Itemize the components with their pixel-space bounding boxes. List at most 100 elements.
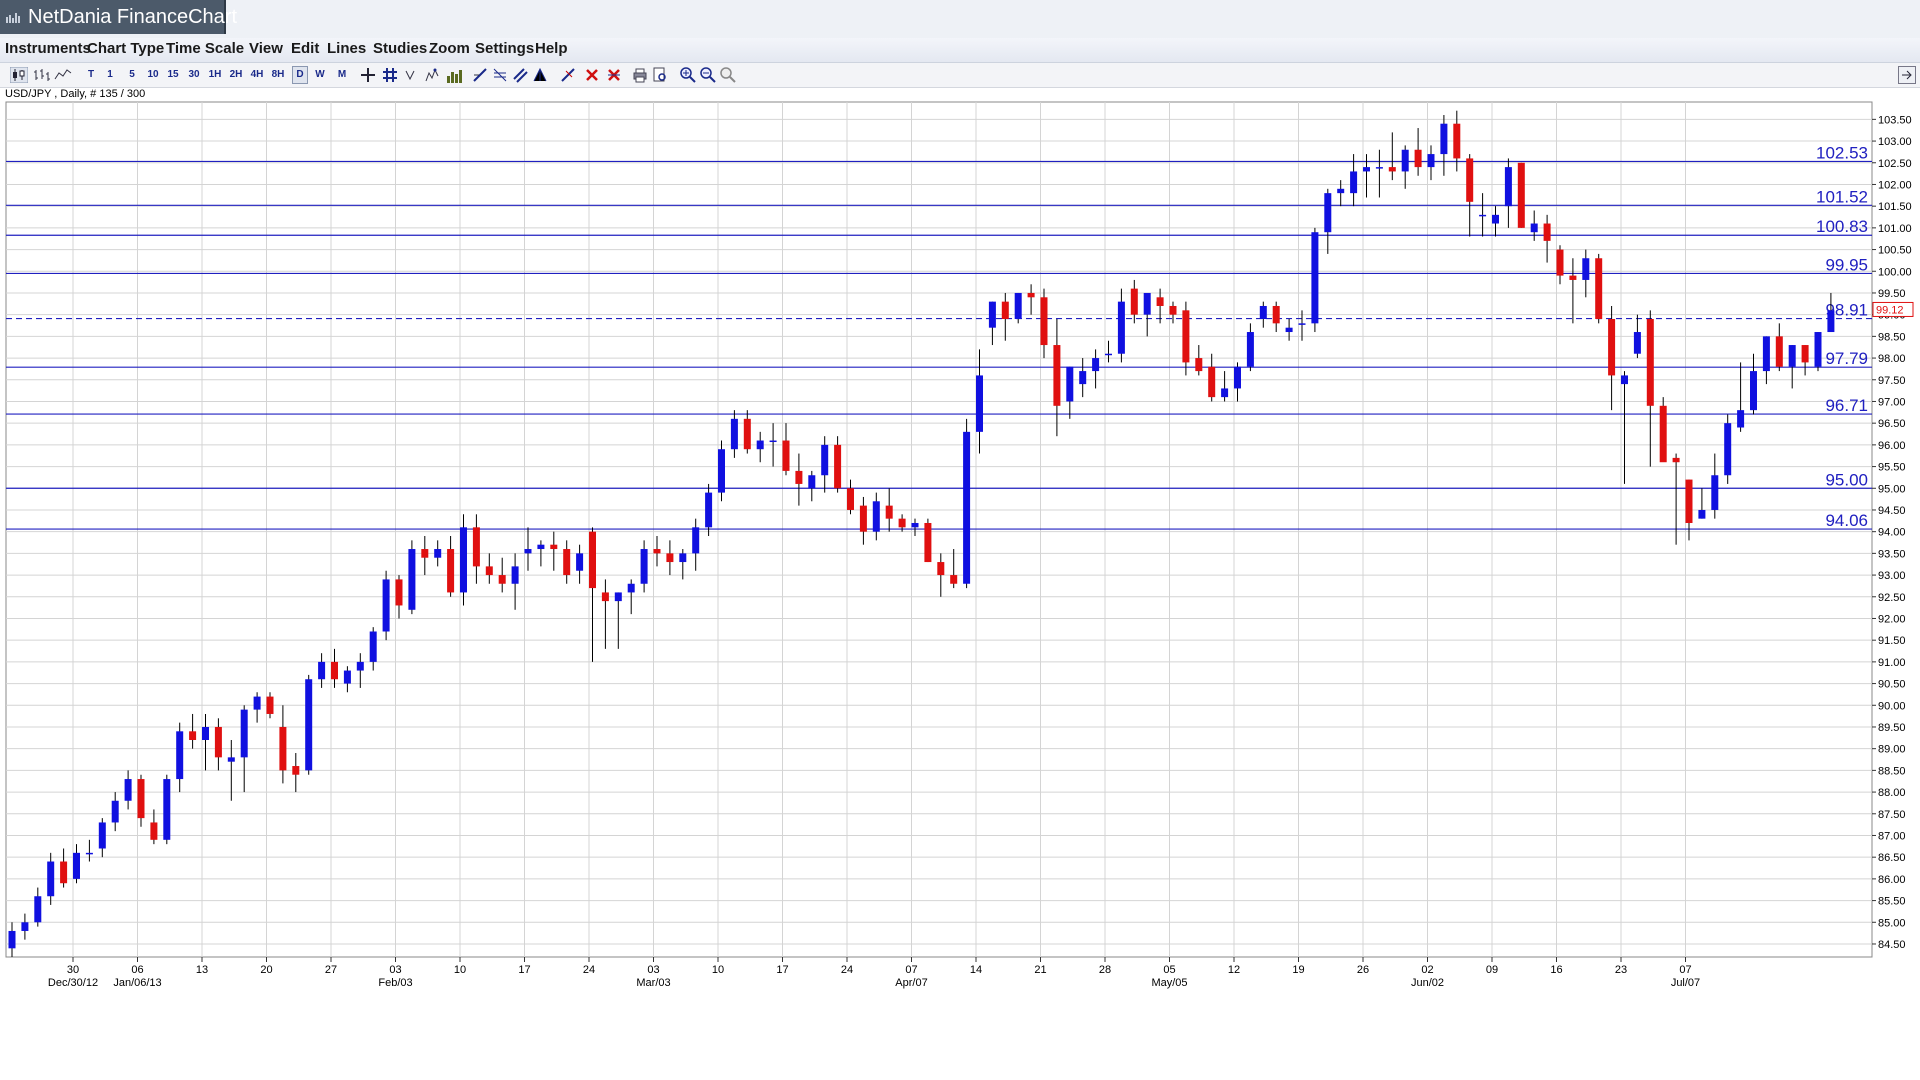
x-tick-day-label: 19 [1292,964,1304,976]
y-tick-label: 102.50 [1878,158,1912,170]
title-bar: NetDania FinanceChart [0,0,1920,38]
timescale-15min-button[interactable]: 15 [166,67,180,83]
y-tick-label: 85.00 [1878,917,1906,929]
fibonacci-icon[interactable] [492,67,508,83]
candle [460,514,467,606]
chart-type-line-icon[interactable] [54,67,72,83]
y-tick-label: 97.50 [1878,375,1906,387]
candle-body [524,549,532,554]
candle-body [8,930,16,949]
delete-icon[interactable] [584,67,600,83]
candle-body [795,470,803,484]
menu-chart-type[interactable]: Chart Type [87,40,164,57]
candle-body [1272,305,1280,324]
candle-body [872,501,880,532]
zoom-reset-icon[interactable] [720,67,736,83]
crosshair-icon[interactable] [360,67,376,83]
x-tick-month-label: Feb/03 [378,977,412,989]
candle-body [292,766,300,775]
y-tick-label: 101.00 [1878,223,1912,235]
timescale-1h-button[interactable]: 1H [207,67,223,83]
candle-body [253,696,261,710]
candle [1517,162,1525,228]
menu-settings[interactable]: Settings [475,40,534,57]
timescale-tick-button[interactable]: T [85,67,97,83]
timescale-30min-button[interactable]: 30 [187,67,201,83]
candle-body [1079,371,1087,385]
x-tick-day-label: 03 [389,964,401,976]
delete-all-icon[interactable] [606,67,622,83]
y-tick-label: 89.00 [1878,744,1906,756]
candle-body [1762,336,1770,372]
volume-icon[interactable] [446,67,464,83]
candle-body [963,431,971,584]
panel-toggle-icon[interactable] [1898,66,1916,84]
candle-body [537,544,545,550]
menu-instruments[interactable]: Instruments [5,40,91,57]
candle-body [85,852,93,855]
candle-body [911,522,919,528]
timescale-monthly-button[interactable]: M [335,67,349,83]
timescale-1min-button[interactable]: 1 [104,67,116,83]
menu-lines[interactable]: Lines [327,40,366,57]
trendline-icon[interactable] [472,67,488,83]
y-tick-label: 90.50 [1878,679,1906,691]
y-tick-label: 95.00 [1878,483,1906,495]
candle-body [1298,323,1306,325]
grid-icon[interactable] [382,67,398,83]
menu-time-scale[interactable]: Time Scale [166,40,244,57]
candle-body [1285,327,1293,333]
candle-body [1569,275,1577,280]
candle-body [1195,358,1203,372]
timescale-5min-button[interactable]: 5 [126,67,138,83]
chart-type-bar-icon[interactable] [33,67,51,83]
candle-body [408,549,416,610]
candle-body [318,661,326,680]
zoom-out-icon[interactable] [700,67,716,83]
timescale-10min-button[interactable]: 10 [146,67,160,83]
print-preview-icon[interactable] [652,67,668,83]
candle-body [1466,158,1474,202]
x-tick-day-label: 17 [518,964,530,976]
chart-type-candle-icon[interactable] [10,67,28,83]
candle-body [679,553,687,563]
price-chart[interactable]: 102.53101.52100.8399.9598.9197.7996.7195… [0,98,1920,998]
menu-edit[interactable]: Edit [291,40,319,57]
candle-body [1208,366,1216,398]
window-title-tab[interactable]: NetDania FinanceChart [0,0,237,34]
candle-body [743,418,751,450]
candle-body [1066,366,1074,402]
candle-body [1750,371,1757,411]
candle-body [1698,509,1706,519]
menu-view[interactable]: View [249,40,283,57]
candle-body [111,800,119,823]
candle-body [1246,332,1254,367]
timescale-daily-button[interactable]: D [292,66,308,84]
pitchfork-icon[interactable] [532,67,548,83]
menu-studies[interactable]: Studies [373,40,427,57]
study-icon[interactable] [424,67,440,83]
timescale-2h-button[interactable]: 2H [228,67,244,83]
channel-icon[interactable] [512,67,528,83]
candle-body [924,522,932,563]
candle-body [1440,123,1448,155]
menu-zoom[interactable]: Zoom [429,40,470,57]
y-tick-label: 96.00 [1878,440,1906,452]
timescale-weekly-button[interactable]: W [313,67,327,83]
candle-body [1517,162,1525,228]
cursor-icon[interactable] [404,67,416,83]
y-tick-label: 88.50 [1878,765,1906,777]
draw-icon[interactable] [560,67,576,83]
zoom-in-icon[interactable] [680,67,696,83]
menu-help[interactable]: Help [535,40,568,57]
candle-body [756,440,764,450]
x-tick-month-label: Mar/03 [636,977,670,989]
timescale-4h-button[interactable]: 4H [249,67,265,83]
candle-body [305,679,313,771]
candle-body [769,440,777,443]
print-icon[interactable] [632,67,648,83]
y-tick-label: 86.00 [1878,874,1906,886]
timescale-8h-button[interactable]: 8H [270,67,286,83]
candle-body [21,922,29,931]
candle-body [1453,123,1461,159]
